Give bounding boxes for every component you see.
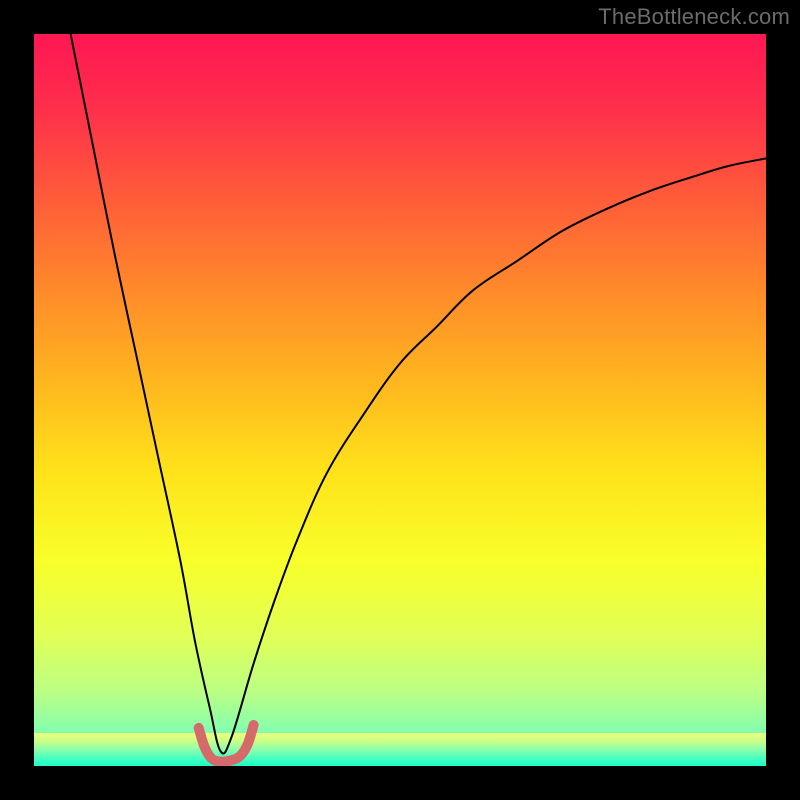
bottleneck-chart xyxy=(34,34,766,766)
green-band xyxy=(34,733,766,766)
watermark-text: TheBottleneck.com xyxy=(598,4,790,30)
plot-area xyxy=(34,34,766,766)
chart-frame: TheBottleneck.com xyxy=(0,0,800,800)
gradient-background xyxy=(34,34,766,766)
